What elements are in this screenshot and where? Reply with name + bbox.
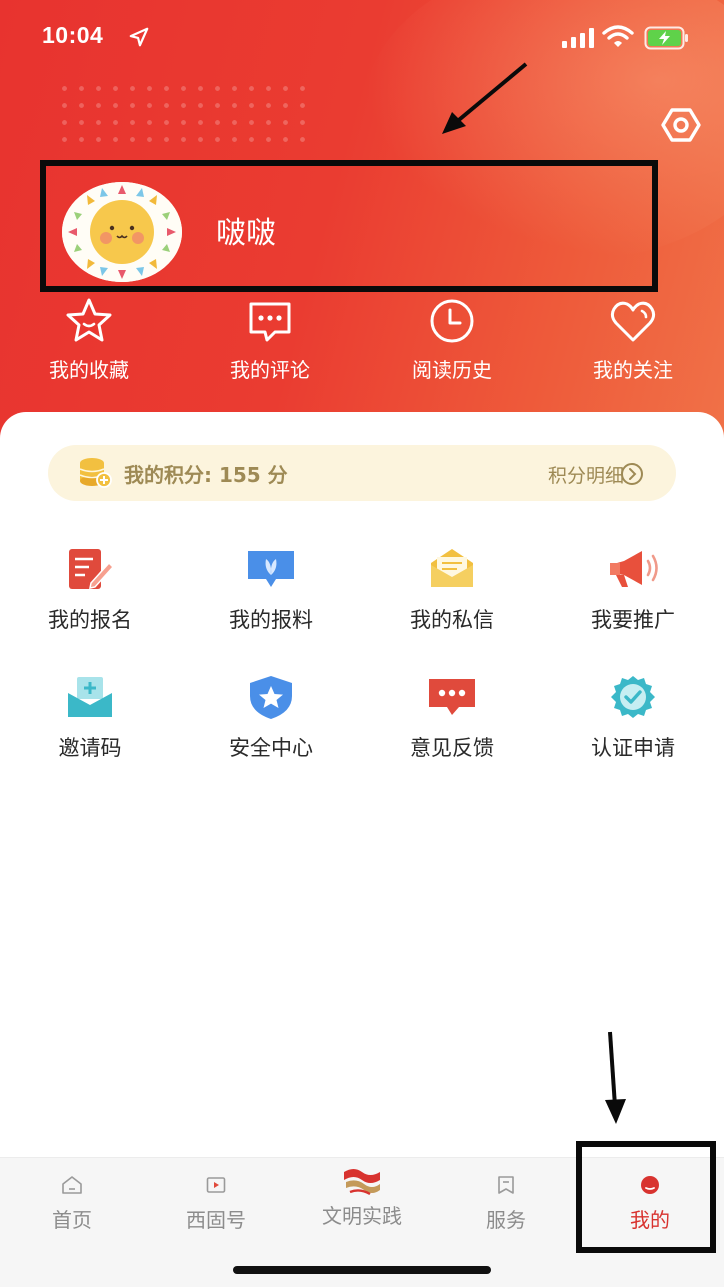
points-label: 我的积分: 155 分 (124, 462, 288, 487)
service-label: 我的私信 (410, 608, 494, 632)
chevron-right-circle-icon[interactable] (620, 462, 644, 486)
quick-action-label: 我的收藏 (49, 358, 129, 382)
home-icon (62, 1176, 82, 1194)
annotation-arrow (442, 62, 528, 134)
nav-services[interactable]: 服务 (446, 1172, 566, 1233)
service-label: 我要推广 (591, 608, 675, 632)
nav-label: 西固号 (186, 1208, 246, 1232)
quick-action-label: 阅读历史 (412, 358, 492, 382)
cellular-signal-icon (562, 28, 594, 48)
nav-civilization-practice[interactable]: 文明实践 (302, 1166, 422, 1229)
profile-screen: 10:04 啵啵 我的收藏 我的评论 阅读历史 我的关注 我的积分: 155 分… (0, 0, 724, 1287)
promote-button[interactable]: 我要推广 (558, 546, 708, 634)
annotation-arrow (605, 1031, 626, 1124)
location-arrow-icon (129, 27, 149, 47)
wifi-icon (602, 25, 634, 47)
logo-icon (344, 1169, 380, 1196)
points-bar[interactable]: 我的积分: 155 分 积分明细 (48, 445, 676, 501)
settings-hexagon-icon[interactable] (660, 104, 702, 146)
star-icon (66, 298, 112, 342)
quick-action-label: 我的评论 (230, 358, 310, 382)
quick-action-label: 我的关注 (593, 358, 673, 382)
invite-code-button[interactable]: 邀请码 (15, 674, 165, 762)
signup-icon (69, 549, 115, 589)
heart-icon (610, 301, 656, 342)
following-button[interactable]: 我的关注 (578, 296, 688, 383)
service-label: 安全中心 (229, 736, 313, 760)
mail-icon (431, 549, 473, 587)
verification-apply-button[interactable]: 认证申请 (558, 674, 708, 762)
nav-xigu-hao[interactable]: 西固号 (156, 1172, 276, 1233)
reading-history-button[interactable]: 阅读历史 (397, 296, 507, 383)
shield-icon (250, 676, 292, 719)
service-label: 我的报名 (48, 608, 132, 632)
clock-icon (430, 299, 474, 343)
my-registrations-button[interactable]: 我的报名 (15, 546, 165, 634)
service-label: 认证申请 (591, 736, 675, 760)
points-detail-link[interactable]: 积分明细 (548, 461, 624, 488)
nav-label: 服务 (486, 1208, 526, 1232)
dot-pattern (56, 80, 306, 150)
annotation-highlight-box (40, 160, 658, 292)
nav-label: 文明实践 (322, 1204, 402, 1228)
my-messages-button[interactable]: 我的私信 (377, 546, 527, 634)
service-label: 意见反馈 (410, 736, 494, 760)
comment-icon (249, 302, 291, 342)
invite-code-icon (68, 677, 112, 717)
feedback-button[interactable]: 意见反馈 (377, 674, 527, 762)
security-center-button[interactable]: 安全中心 (196, 674, 346, 762)
home-indicator[interactable] (233, 1266, 491, 1274)
nav-label: 首页 (52, 1208, 92, 1232)
service-label: 邀请码 (58, 736, 122, 760)
megaphone-icon (610, 551, 658, 587)
coins-icon (79, 458, 112, 488)
comments-button[interactable]: 我的评论 (215, 296, 325, 383)
service-label: 我的报料 (229, 608, 313, 632)
battery-charging-icon (644, 26, 688, 50)
verify-badge-icon (611, 676, 655, 718)
nav-home[interactable]: 首页 (12, 1172, 132, 1233)
report-icon (248, 551, 294, 587)
feedback-icon (429, 679, 475, 715)
my-reports-button[interactable]: 我的报料 (196, 546, 346, 634)
video-icon (206, 1177, 226, 1193)
favorites-button[interactable]: 我的收藏 (34, 296, 144, 383)
service-icon (498, 1176, 514, 1194)
annotation-highlight-box (576, 1141, 716, 1253)
status-time: 10:04 (42, 22, 104, 48)
